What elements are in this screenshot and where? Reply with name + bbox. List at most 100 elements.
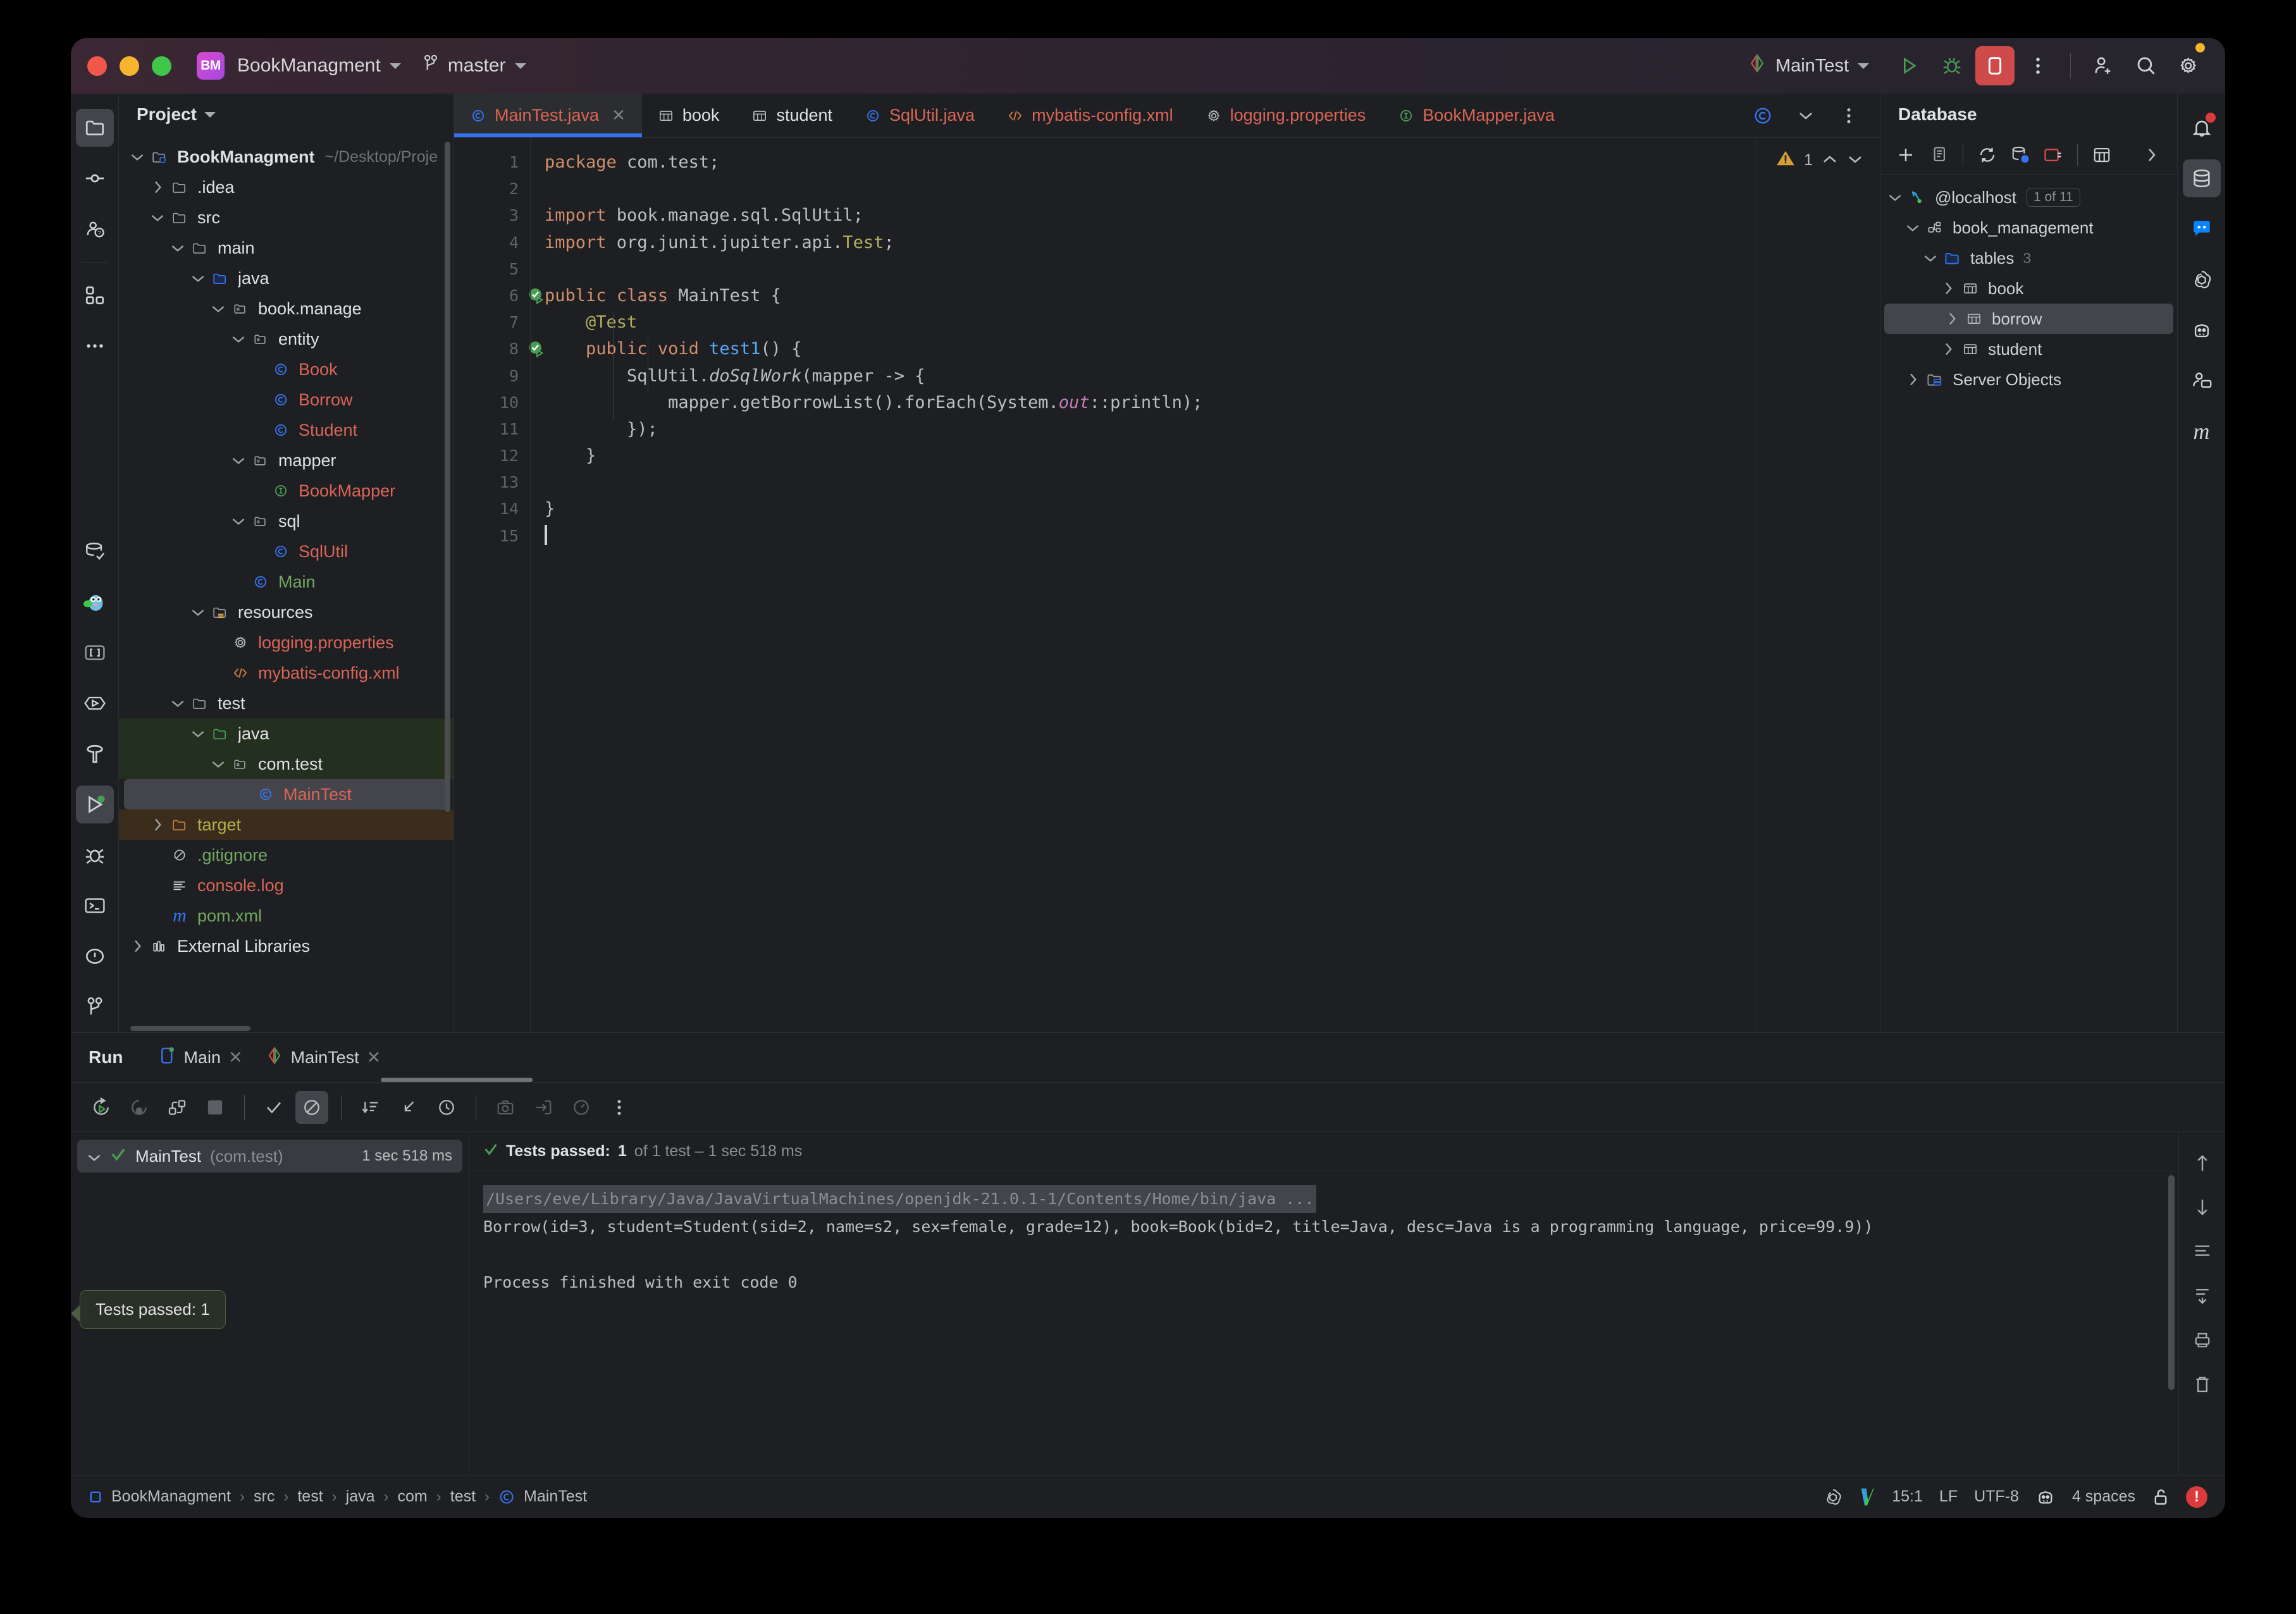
project-tree-item-console-log[interactable]: console.log [119, 870, 454, 901]
maximize-window-button[interactable] [152, 56, 171, 76]
expand-all-icon[interactable] [392, 1091, 425, 1124]
chevron-right-icon[interactable] [147, 180, 168, 194]
rerun-failed-icon[interactable] [123, 1091, 156, 1124]
project-tree-item-resources[interactable]: resources [119, 597, 454, 627]
test-results-tree[interactable]: MainTest (com.test) 1 sec 518 ms Tests p… [71, 1132, 469, 1475]
project-tree-item-book-manage[interactable]: book.manage [119, 293, 454, 324]
project-tree-item-external-libraries[interactable]: External Libraries [119, 931, 454, 961]
rail-pull-requests-button[interactable]: ? [76, 210, 114, 248]
project-name-dropdown[interactable]: BookManagment [228, 51, 410, 80]
chevron-down-icon[interactable] [228, 335, 249, 343]
chevron-right-icon[interactable] [147, 818, 168, 832]
chevron-right-icon[interactable] [1941, 312, 1963, 326]
chevron-down-icon[interactable] [1884, 193, 1906, 202]
project-tree-item-src[interactable]: src [119, 202, 454, 233]
openai-icon[interactable] [2183, 261, 2221, 299]
test-result-row[interactable]: MainTest (com.test) 1 sec 518 ms [77, 1140, 462, 1173]
duplicate-icon[interactable] [1923, 140, 1954, 170]
prev-problem-icon[interactable] [1822, 151, 1838, 169]
chevron-down-icon[interactable] [1786, 96, 1825, 135]
lock-icon[interactable] [2152, 1488, 2169, 1506]
editor-tab-maintest-java[interactable]: MainTest.java ✕ [454, 94, 642, 137]
chevron-right-icon[interactable] [127, 939, 148, 953]
chevron-down-icon[interactable] [1902, 223, 1923, 232]
database-tree[interactable]: @localhost 1 of 11 book_management tables 3 b… [1880, 175, 2177, 395]
chevron-right-icon[interactable] [1902, 373, 1923, 386]
error-icon[interactable]: ! [2186, 1486, 2207, 1508]
rail-problems-button[interactable] [76, 937, 114, 975]
project-tree-item-mybatis-config-xml[interactable]: mybatis-config.xml [119, 658, 454, 688]
file-encoding[interactable]: UTF-8 [1974, 1488, 2019, 1506]
add-icon[interactable] [1891, 140, 1921, 170]
gear-icon[interactable] [2169, 43, 2209, 85]
rail-debug-button[interactable] [76, 836, 114, 874]
project-tree-item-sql[interactable]: sql [119, 506, 454, 536]
editor-tab-book[interactable]: book [642, 94, 736, 137]
expand-icon[interactable] [2137, 140, 2167, 170]
ai-assistant-icon[interactable] [2183, 311, 2221, 349]
search-icon[interactable] [2126, 46, 2166, 85]
database-tree-item-server-objects[interactable]: Server Objects [1880, 364, 2177, 395]
console-scrollbar[interactable] [2168, 1175, 2175, 1390]
vim-icon[interactable] [1859, 1487, 1875, 1507]
chevron-down-icon[interactable] [147, 213, 168, 222]
close-icon[interactable]: ✕ [612, 106, 626, 125]
chevron-down-icon[interactable] [167, 699, 188, 708]
breadcrumb-item[interactable]: com [398, 1488, 428, 1506]
rail-plugins-button[interactable] [76, 276, 114, 314]
rail-more-button[interactable] [76, 327, 114, 365]
project-tree-item-borrow[interactable]: Borrow [119, 385, 454, 415]
project-tree-item-entity[interactable]: entity [119, 324, 454, 354]
breadcrumb[interactable]: BookManagment › src › test › java › com › test › Mai… [89, 1488, 587, 1506]
project-tree-item-bookmanagment[interactable]: BookManagment ~/Desktop/Proje [119, 142, 454, 172]
chevron-down-icon[interactable] [228, 517, 249, 526]
rail-terminal-button[interactable] [76, 887, 114, 925]
run-button[interactable] [1889, 46, 1929, 85]
rail-run-button[interactable] [75, 785, 114, 823]
database-icon[interactable] [2182, 159, 2221, 197]
stop-button[interactable] [1975, 46, 2015, 85]
settings-gauge-icon[interactable] [565, 1091, 598, 1124]
ai-assistant-icon[interactable] [2035, 1488, 2056, 1506]
editor-tab-sqlutil-java[interactable]: SqlUtil.java [849, 94, 991, 137]
rail-build-button[interactable] [76, 735, 114, 773]
scroll-down-icon[interactable] [2188, 1193, 2217, 1222]
chevron-down-icon[interactable] [207, 760, 229, 768]
project-tree-item-main[interactable]: Main [119, 567, 454, 597]
project-tree-item-mapper[interactable]: mapper [119, 445, 454, 476]
rail-database-check-button[interactable] [76, 533, 114, 570]
database-tree-item-student[interactable]: student [1880, 334, 2177, 364]
project-tree-item-pom-xml[interactable]: m pom.xml [119, 901, 454, 931]
chevron-right-icon[interactable] [1937, 281, 1959, 295]
collaborate-icon[interactable] [2183, 362, 2221, 400]
breadcrumb-item[interactable]: MainTest [524, 1488, 587, 1506]
editor-tab-student[interactable]: student [736, 94, 849, 137]
chevron-down-icon[interactable] [228, 456, 249, 465]
close-icon[interactable]: ✕ [228, 1048, 243, 1068]
disconnect-icon[interactable] [2038, 140, 2068, 170]
chevron-down-icon[interactable] [1920, 254, 1941, 262]
history-icon[interactable] [430, 1091, 463, 1124]
breadcrumb-item[interactable]: src [254, 1488, 275, 1506]
database-tree-item-book-management[interactable]: book_management [1880, 213, 2177, 243]
import-icon[interactable] [527, 1091, 560, 1124]
sort-by-duration-icon[interactable] [354, 1091, 387, 1124]
database-tree-item--localhost[interactable]: @localhost 1 of 11 [1880, 182, 2177, 213]
project-tree-item-main[interactable]: main [119, 233, 454, 263]
rail-preview-button[interactable] [76, 684, 114, 722]
db-settings-icon[interactable] [2005, 140, 2035, 170]
debug-button[interactable] [1932, 46, 1972, 85]
run-configuration-selector[interactable]: MainTest [1740, 50, 1877, 82]
soft-wrap-icon[interactable] [2188, 1237, 2217, 1266]
breadcrumb-item[interactable]: test [297, 1488, 323, 1506]
scroll-up-icon[interactable] [2188, 1149, 2217, 1178]
chevron-right-icon[interactable] [1937, 342, 1959, 356]
project-tree-item-java[interactable]: java [119, 718, 454, 749]
console-output[interactable]: /Users/eve/Library/Java/JavaVirtualMachi… [469, 1171, 2178, 1475]
project-tree-item--idea[interactable]: .idea [119, 172, 454, 202]
close-icon[interactable]: ✕ [367, 1048, 381, 1068]
rail-version-control-button[interactable] [76, 988, 114, 1026]
project-tree-item-book[interactable]: Book [119, 354, 454, 385]
project-tree[interactable]: BookManagment ~/Desktop/Proje .idea src main… [119, 135, 454, 1023]
breadcrumb-item[interactable]: java [346, 1488, 375, 1506]
